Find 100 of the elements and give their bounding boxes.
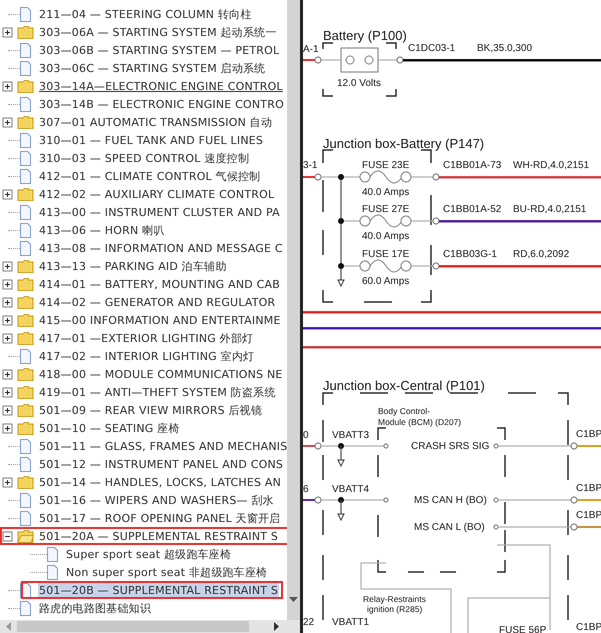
document-icon: [19, 60, 32, 76]
tree-item[interactable]: 501—11 — GLASS, FRAMES AND MECHANIS: [38, 438, 287, 454]
expand-toggle[interactable]: [2, 368, 13, 380]
pin-label: 22: [303, 617, 314, 628]
component-title: Junction box-Battery (P147): [323, 136, 484, 151]
tree-item[interactable]: 501—12 — INSTRUMENT PANEL AND CONS: [38, 456, 284, 472]
pin-label: 6: [303, 484, 309, 495]
tree-item[interactable]: 418—00 — MODULE COMMUNICATIONS NE: [38, 366, 284, 382]
expand-toggle[interactable]: [2, 422, 13, 434]
supply-label: VBATT4: [332, 484, 370, 495]
tree-item[interactable]: 415—00 INFORMATION AND ENTERTAINME: [38, 312, 282, 328]
folder-icon: [17, 294, 34, 310]
vertical-scrollbar[interactable]: [287, 0, 300, 620]
tree-item[interactable]: 414—01 — BATTERY, MOUNTING AND CAB: [38, 276, 281, 292]
pin-label: 3-1: [303, 160, 318, 171]
tree-item[interactable]: 413—08 — INFORMATION AND MESSAGE C: [38, 240, 284, 256]
voltage-label: 12.0 Volts: [337, 78, 381, 89]
document-icon: [46, 564, 59, 580]
wire-label: RD,6.0,2092: [513, 249, 570, 260]
wire: [303, 499, 316, 501]
scroll-down-icon[interactable]: [289, 597, 298, 603]
expand-toggle[interactable]: [2, 530, 13, 542]
supply-label: VBATT3: [332, 430, 370, 441]
relay-label: Relay-Restraints: [363, 594, 426, 604]
tree-item[interactable]: 412—02 — AUXILIARY CLIMATE CONTROL: [38, 186, 276, 202]
wire: [577, 445, 601, 447]
supply-label: VBATT1: [332, 617, 370, 628]
document-icon: [19, 492, 32, 508]
tree-item[interactable]: 501—16 — WIPERS AND WASHERS— 刮水: [38, 492, 275, 508]
document-icon: [19, 438, 32, 454]
expand-toggle[interactable]: [2, 116, 13, 128]
tree-item[interactable]: 501—20B — SUPPLEMENTAL RESTRAINT S: [38, 582, 280, 598]
tree-item[interactable]: Non super sport seat 非超级跑车座椅: [65, 564, 268, 580]
folder-icon: [17, 384, 34, 400]
tree-item[interactable]: 303—14A—ELECTRONIC ENGINE CONTROL: [38, 78, 284, 94]
tree-item[interactable]: 412—01 — CLIMATE CONTROL 气候控制: [38, 168, 262, 184]
fuse-label: FUSE 23E: [362, 160, 410, 171]
folder-icon: [17, 114, 34, 130]
signal-label: MS CAN L (BO): [414, 522, 485, 533]
tree-item[interactable]: 303—06C — STARTING SYSTEM 启动系统: [38, 60, 266, 76]
tree-item[interactable]: 501—20A — SUPPLEMENTAL RESTRAINT S: [38, 528, 280, 544]
rating-label: 60.0 Amps: [362, 276, 410, 287]
expand-toggle[interactable]: [2, 80, 13, 92]
module-label: Module (BCM) (D207): [378, 417, 462, 427]
tree-item[interactable]: 501—09 — REAR VIEW MIRRORS 后视镜: [38, 402, 264, 418]
folder-icon: [17, 312, 34, 328]
tree-item[interactable]: 路虎的电路图基础知识: [38, 600, 152, 616]
tree-item[interactable]: 303—06A — STARTING SYSTEM 起动系统一: [38, 24, 278, 40]
document-icon: [19, 168, 32, 184]
tree-item[interactable]: 310—01 — FUEL TANK AND FUEL LINES: [38, 132, 264, 148]
expand-toggle[interactable]: [2, 260, 13, 272]
expand-toggle[interactable]: [2, 404, 13, 416]
tree-item[interactable]: 414—02 — GENERATOR AND REGULATOR: [38, 294, 276, 310]
wire: [577, 526, 601, 528]
document-icon: [19, 240, 32, 256]
tree-item[interactable]: 413—06 — HORN 喇叭: [38, 222, 166, 238]
folder-icon: [17, 258, 34, 274]
expand-toggle[interactable]: [2, 476, 13, 488]
connector-label: C1BB03G-1: [443, 249, 497, 260]
expand-toggle[interactable]: [2, 26, 13, 38]
tree-item[interactable]: 303—06B — STARTING SYSTEM — PETROL: [38, 42, 280, 58]
tree-item[interactable]: 419—01 — ANTI—THEFT SYSTEM 防盗系统: [38, 384, 277, 400]
tree-item[interactable]: 413—00 — INSTRUMENT CLUSTER AND PA: [38, 204, 281, 220]
tree-item[interactable]: 501—14 — HANDLES, LOCKS, LATCHES AN: [38, 474, 282, 490]
tree-item[interactable]: 303—14B — ELECTRONIC ENGINE CONTRO: [38, 96, 285, 112]
wire-label: WH-RD,4.0,2151: [513, 160, 590, 171]
document-icon: [19, 132, 32, 148]
connector-label: C1BB01A-73: [443, 160, 502, 171]
signal-label: CRASH SRS SIG: [411, 441, 490, 452]
document-icon: [19, 222, 32, 238]
document-icon: [19, 510, 32, 526]
tree-item[interactable]: 211—04 — STEERING COLUMN 转向柱: [38, 6, 253, 22]
document-icon: [19, 348, 32, 364]
relay-label: ignition (R285): [367, 604, 422, 614]
pin-label: 0: [303, 430, 309, 441]
tree-item[interactable]: 307—01 AUTOMATIC TRANSMISSION 自动: [38, 114, 274, 130]
wire: [303, 445, 316, 447]
expand-toggle[interactable]: [2, 296, 13, 308]
folder-icon: [17, 402, 34, 418]
tree-item[interactable]: 417—01 —EXTERIOR LIGHTING 外部灯: [38, 330, 254, 346]
tree-item[interactable]: Super sport seat 超级跑车座椅: [65, 546, 232, 562]
scroll-right-icon[interactable]: [274, 622, 280, 631]
tree-item[interactable]: 501—17 — ROOF OPENING PANEL 天窗开启: [38, 510, 282, 526]
document-icon: [46, 546, 59, 562]
wire: [577, 499, 601, 501]
expand-toggle[interactable]: [2, 386, 13, 398]
tree-item[interactable]: 310—03 — SPEED CONTROL 速度控制: [38, 150, 250, 166]
tree-item[interactable]: 417—02 — INTERIOR LIGHTING 室内灯: [38, 348, 256, 364]
document-icon: [19, 42, 32, 58]
expand-toggle[interactable]: [2, 332, 13, 344]
scrollbar-thumb[interactable]: [17, 621, 249, 632]
fuse-label: FUSE 27E: [362, 204, 410, 215]
expand-toggle[interactable]: [2, 278, 13, 290]
document-icon: [19, 600, 32, 616]
rating-label: 40.0 Amps: [362, 231, 410, 242]
horizontal-scrollbar[interactable]: [0, 620, 300, 633]
tree-item[interactable]: 413—13 — PARKING AID 泊车辅助: [38, 258, 228, 274]
expand-toggle[interactable]: [2, 188, 13, 200]
tree-item[interactable]: 501—10 — SEATING 座椅: [38, 420, 181, 436]
expand-toggle[interactable]: [2, 314, 13, 326]
